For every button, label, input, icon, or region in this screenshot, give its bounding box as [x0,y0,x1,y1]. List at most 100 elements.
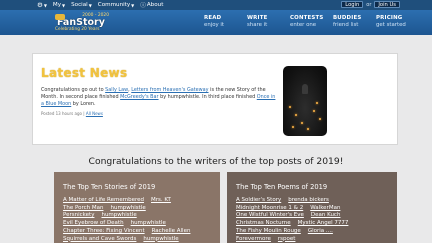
story-title-link[interactable]: Persnickety [63,212,94,218]
congrats-heading: Congratulations to the writers of the to… [88,156,344,167]
figure-silhouette [302,84,308,94]
news-title: Latest News [41,66,128,80]
nav-contests-sub: enter one [290,22,317,28]
list-item: Evil Eyebrow of Death humpwhistle [63,220,190,228]
light-dot [307,128,309,130]
menu-my[interactable]: My ▼ [50,2,68,8]
story-title-link[interactable]: Chapter Three: Fixing Vincent [63,228,145,234]
poem-title-link[interactable]: A Soldier's Story [236,197,281,203]
author-link[interactable]: Mrs. KT [151,197,171,203]
list-item: Chapter Three: Fixing Vincent Rachelle Al… [63,228,190,236]
list-item: A Matter of Life Remembered Mrs. KT [63,197,190,205]
story-of-month-image[interactable] [283,66,327,136]
menu-about[interactable]: ⓘ About [137,1,166,9]
poem-title-link[interactable]: Christmas Nocturne [236,220,291,226]
poem-title-link[interactable]: The Fishy Moulin Rouge [236,228,301,234]
list-item: Christmas Nocturne Mystic Angel 7777 [236,220,348,228]
author-link[interactable]: brenda bickers [288,197,329,203]
logo-mark [55,14,65,20]
story-title-link[interactable]: A Matter of Life Remembered [63,197,144,203]
nav-pricing-sub: get started [376,22,406,28]
auth-links: Login or Join Us [341,1,400,8]
list-item: Persnickety humpwhistle [63,212,190,220]
top-stories-title: The Top Ten Stories of 2019 [63,183,156,191]
gear-icon[interactable]: ⚙ ▼ [34,1,50,9]
news-body: Congratulations go out to Sally Law, Let… [41,87,277,109]
light-dot [313,110,315,112]
chevron-down-icon: ▼ [62,2,66,8]
site-header: 2000 - 2020 FanStory Celebrating 20 Year… [0,10,432,35]
list-item: Forevermore rspoet [236,236,348,243]
nav-pricing[interactable]: PRICING get started [376,15,419,28]
latest-news-card: Latest News Congratulations go out to Sa… [32,53,398,145]
main-nav: READ enjoy it WRITE share it CONTESTS en… [204,15,419,28]
nav-buddies-sub: friend list [333,22,359,28]
nav-read-title: READ [204,15,222,21]
author-link[interactable]: humpwhistle [110,205,145,211]
join-button[interactable]: Join Us [374,1,400,8]
story-link-letters-from-heavens-gateway[interactable]: Letters from Heaven's Gateway [131,87,208,93]
top-bar: ⚙ ▼ My ▼ Social ▼ Community ▼ ⓘ About Login o… [0,0,432,10]
list-item: A Soldier's Story brenda bickers [236,197,348,205]
light-dot [316,102,318,104]
nav-write-sub: share it [247,22,268,28]
list-item: The Porch Man humpwhistle [63,205,190,213]
news-meta: Posted 13 hours ago | All News [41,111,103,116]
poem-title-link[interactable]: One Wistful Winter's Eve [236,212,304,218]
chevron-down-icon: ▼ [131,2,135,8]
author-link[interactable]: Rachelle Allen [152,228,191,234]
nav-contests-title: CONTESTS [290,15,324,21]
poem-title-link[interactable]: Midnight Moonrise 1 & 2 [236,205,303,211]
light-dot [289,106,291,108]
nav-write[interactable]: WRITE share it [247,15,290,28]
top-stories-list: A Matter of Life Remembered Mrs. KT The P… [63,197,190,243]
author-link[interactable]: humpwhistle [143,236,178,242]
nav-pricing-title: PRICING [376,15,403,21]
story-title-link[interactable]: Squirrels and Cave Swords [63,236,136,242]
chevron-down-icon: ▼ [88,2,92,8]
author-link[interactable]: rspoet [278,236,296,242]
story-title-link[interactable]: Evil Eyebrow of Death [63,220,124,226]
list-item: The Fishy Moulin Rouge Gloria .... [236,228,348,236]
site-logo[interactable]: 2000 - 2020 FanStory Celebrating 20 Year… [55,13,113,33]
chevron-down-icon: ▼ [43,2,47,8]
author-link[interactable]: Gloria .... [308,228,333,234]
menu-community[interactable]: Community ▼ [95,2,137,8]
author-link[interactable]: WalkerMan [310,205,340,211]
question-circle-icon: ⓘ [140,3,146,9]
nav-read-sub: enjoy it [204,22,225,28]
menu-social-label: Social [71,2,88,8]
story-title-link[interactable]: The Porch Man [63,205,103,211]
light-dot [301,122,303,124]
menu-community-label: Community [97,2,131,8]
top-poems-title: The Top Ten Poems of 2019 [236,183,328,191]
light-dot [319,118,321,120]
news-posted: Posted 13 hours ago | [41,111,86,116]
author-link[interactable]: humpwhistle [101,212,136,218]
light-dot [295,114,297,116]
all-news-link[interactable]: All News [86,111,103,116]
author-link[interactable]: humpwhistle [131,220,166,226]
news-text-5: by Loren. [71,101,96,108]
menu-about-label: About [146,2,164,8]
login-button[interactable]: Login [341,1,364,8]
nav-write-title: WRITE [247,15,268,21]
nav-read[interactable]: READ enjoy it [204,15,247,28]
author-link[interactable]: Mystic Angel 7777 [298,220,349,226]
poem-title-link[interactable]: Forevermore [236,236,271,242]
author-link-sally-law[interactable]: Sally Law [105,87,128,93]
nav-buddies[interactable]: BUDDIES friend list [333,15,376,28]
nav-contests[interactable]: CONTESTS enter one [290,15,333,28]
light-dot [292,126,294,128]
author-link[interactable]: Dean Kuch [311,212,341,218]
top-stories-panel: The Top Ten Stories of 2019 A Matter of … [54,172,220,243]
menu-social[interactable]: Social ▼ [68,2,95,8]
list-item: Squirrels and Cave Swords humpwhistle [63,236,190,243]
menu-my-label: My [52,2,62,8]
top-poems-list: A Soldier's Story brenda bickers Midnight… [236,197,348,243]
top-poems-panel: The Top Ten Poems of 2019 A Soldier's St… [227,172,397,243]
story-link-mcgreedys-bar[interactable]: McGreedy's Bar [120,94,158,100]
list-item: One Wistful Winter's Eve Dean Kuch [236,212,348,220]
or-label: or [366,1,372,8]
news-text-4: by humpwhistle. In third place finished [158,94,257,101]
